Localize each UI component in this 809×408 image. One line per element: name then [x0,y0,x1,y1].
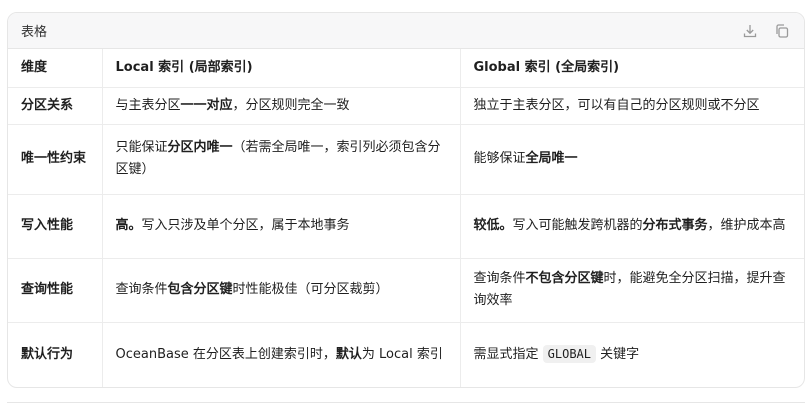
global-cell: 查询条件不包含分区键时，能避免全分区扫描，提升查询效率 [460,258,804,323]
table-card-title: 表格 [21,25,48,40]
divider [7,402,805,403]
table-row: 唯一性约束 只能保证分区内唯一（若需全局唯一，索引列必须包含分区键） 能够保证全… [8,124,804,195]
row-dimension: 分区关系 [8,87,103,125]
download-icon[interactable] [742,23,758,39]
table-card: 表格 维度 Local 索引 (局部索引) Global 索引 (全局索引) 分… [7,12,805,388]
table-row: 查询性能 查询条件包含分区键时性能极佳（可分区裁剪） 查询条件不包含分区键时，能… [8,258,804,323]
row-dimension: 写入性能 [8,194,103,259]
header-actions [742,23,790,39]
header-dimension: 维度 [8,49,103,88]
row-dimension: 默认行为 [8,322,103,387]
table-row: 默认行为 OceanBase 在分区表上创建索引时，默认为 Local 索引 需… [8,322,804,387]
global-cell: 能够保证全局唯一 [460,124,804,195]
header-global-index: Global 索引 (全局索引) [460,49,804,88]
global-cell: 较低。写入可能触发跨机器的分布式事务，维护成本高 [460,194,804,259]
comparison-table: 维度 Local 索引 (局部索引) Global 索引 (全局索引) 分区关系… [8,49,804,387]
table-card-header: 表格 [8,13,804,49]
global-cell: 独立于主表分区，可以有自己的分区规则或不分区 [460,87,804,125]
local-cell: 只能保证分区内唯一（若需全局唯一，索引列必须包含分区键） [102,124,461,195]
global-cell: 需显式指定 GLOBAL 关键字 [473,345,640,364]
local-cell: OceanBase 在分区表上创建索引时，默认为 Local 索引 [102,322,461,387]
table-row: 写入性能 高。写入只涉及单个分区，属于本地事务 较低。写入可能触发跨机器的分布式… [8,194,804,259]
row-dimension: 唯一性约束 [8,124,103,195]
table-row: 分区关系 与主表分区一一对应，分区规则完全一致 独立于主表分区，可以有自己的分区… [8,87,804,125]
header-local-index: Local 索引 (局部索引) [102,49,461,88]
copy-icon[interactable] [774,23,790,39]
local-cell: 高。写入只涉及单个分区，属于本地事务 [102,194,461,259]
local-cell: 与主表分区一一对应，分区规则完全一致 [102,87,461,125]
row-dimension: 查询性能 [8,258,103,323]
local-cell: 查询条件包含分区键时性能极佳（可分区裁剪） [102,258,461,323]
table-header-row: 维度 Local 索引 (局部索引) Global 索引 (全局索引) [8,49,804,88]
inline-code: GLOBAL [542,345,596,364]
